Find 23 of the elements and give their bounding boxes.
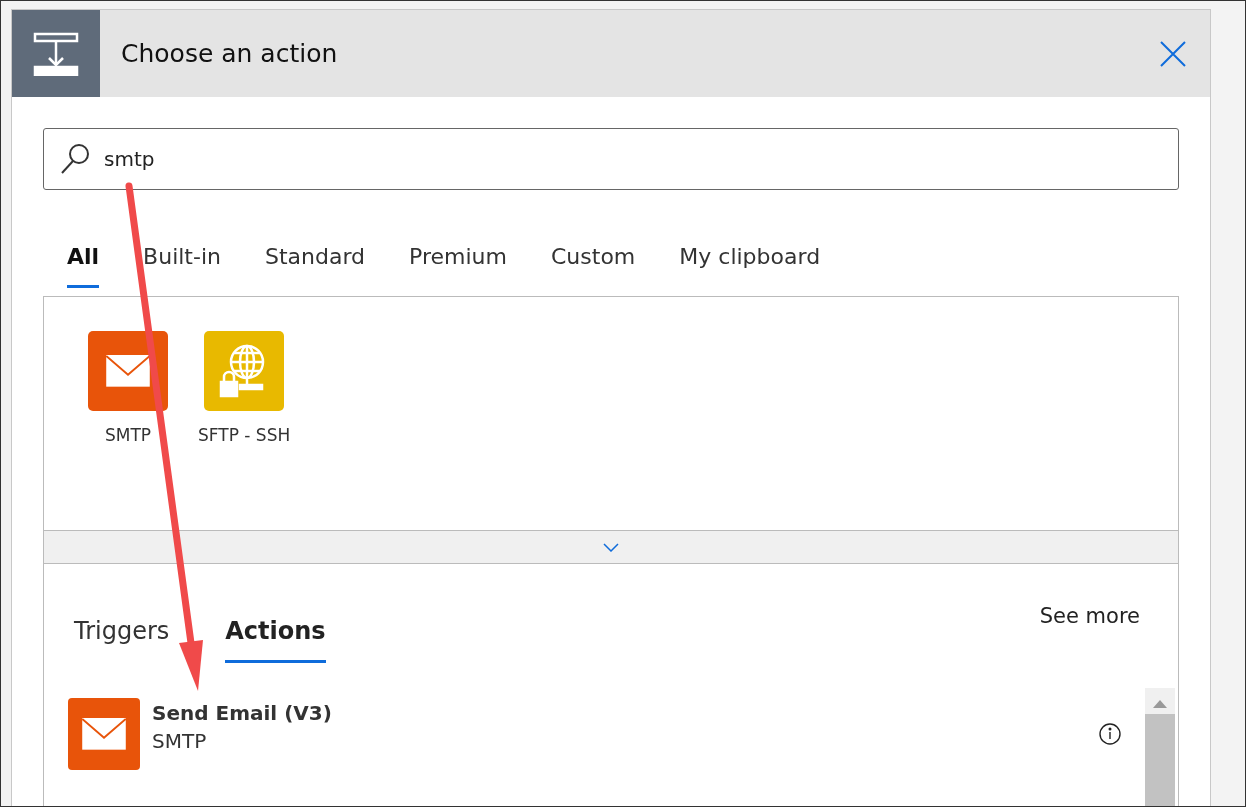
expand-button[interactable] — [43, 531, 1179, 564]
search-icon — [60, 143, 90, 175]
search-input[interactable]: smtp — [102, 146, 1162, 172]
chevron-down-icon — [603, 542, 619, 552]
action-item[interactable]: Send Email (V3) SMTP — [68, 698, 1145, 770]
category-tab[interactable]: My clipboard — [679, 228, 821, 288]
scrollbar[interactable] — [1145, 688, 1175, 806]
category-tab[interactable]: Standard — [265, 228, 366, 288]
see-more-link[interactable]: See more — [1039, 604, 1140, 628]
envelope-icon — [106, 355, 150, 387]
result-tab[interactable]: Triggers — [74, 602, 170, 663]
category-tab[interactable]: Built-in — [143, 228, 221, 288]
result-tab[interactable]: Actions — [225, 602, 326, 663]
panel-title: Choose an action — [121, 39, 339, 68]
info-icon[interactable] — [1099, 723, 1121, 745]
envelope-icon — [82, 718, 126, 750]
category-tab[interactable]: Premium — [409, 228, 507, 288]
scroll-up-icon[interactable] — [1153, 700, 1167, 708]
connector-item[interactable]: SMTP — [88, 331, 168, 445]
category-tab[interactable]: All — [67, 228, 100, 288]
category-tab[interactable]: Custom — [551, 228, 636, 288]
search-field[interactable]: smtp — [43, 128, 1179, 190]
connector-item[interactable]: SFTP - SSH — [198, 331, 291, 445]
